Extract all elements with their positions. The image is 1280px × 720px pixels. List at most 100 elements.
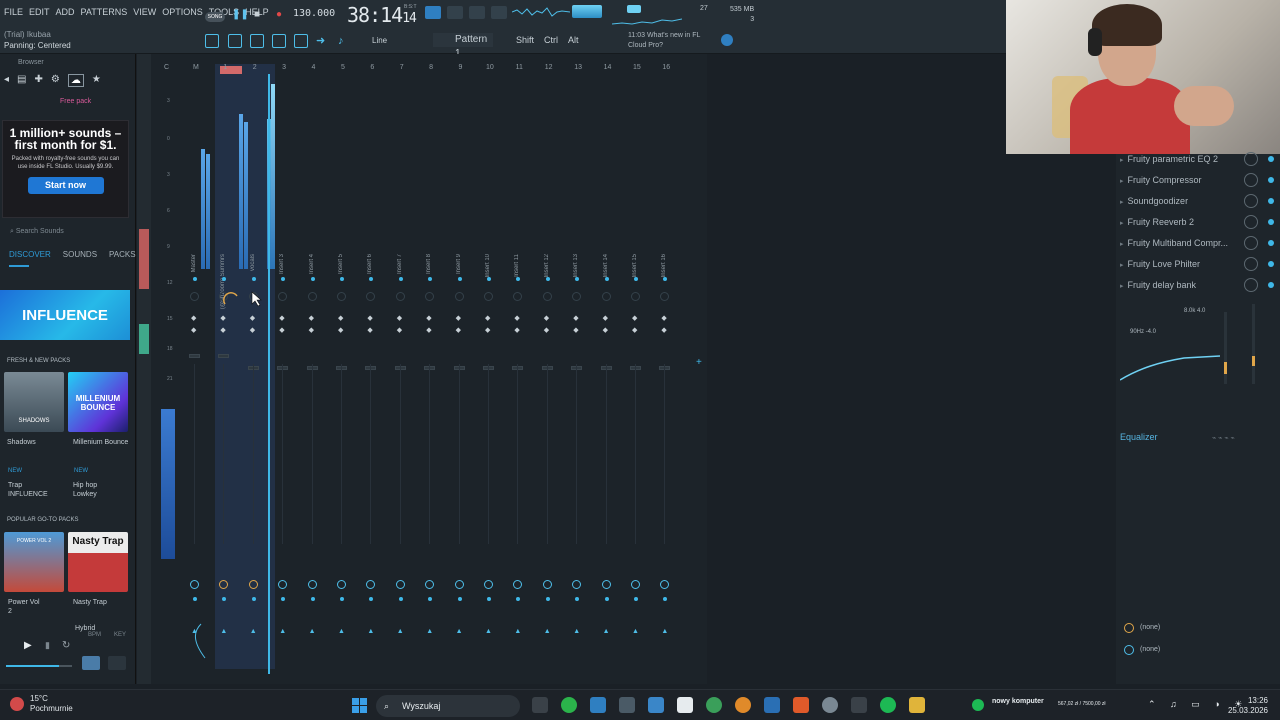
route-knob[interactable] — [248, 580, 258, 589]
track-enable-led[interactable] — [604, 277, 609, 281]
route-arrow-icon[interactable]: ▲ — [220, 628, 227, 635]
shift-key[interactable]: Shift — [516, 35, 534, 45]
loop-icon[interactable]: ↻ — [62, 640, 70, 651]
swap-channel-icon[interactable]: ◆ — [544, 326, 549, 334]
mixer-track[interactable]: (@shzoom) Summrs ◆ ◆ ▲ — [210, 64, 237, 679]
folder-icon[interactable] — [909, 697, 925, 713]
record-icon[interactable]: ● — [276, 9, 282, 20]
send-led[interactable] — [251, 597, 256, 601]
mixer-track[interactable]: Insert 12 ◆ ◆ ▲ — [534, 64, 561, 679]
pack-art-millenium-bounce[interactable]: MILLENIUM BOUNCE — [68, 372, 128, 432]
tab-packs[interactable]: PACKS — [109, 250, 136, 259]
route-knob[interactable] — [337, 580, 346, 589]
swap-channel-icon[interactable]: ◆ — [220, 326, 225, 334]
stereo-separation-icon[interactable]: ◆ — [220, 314, 225, 322]
route-arrow-icon[interactable]: ▲ — [309, 628, 316, 635]
stereo-separation-icon[interactable]: ◆ — [632, 314, 637, 322]
swap-channel-icon[interactable]: ◆ — [367, 326, 372, 334]
swap-channel-icon[interactable]: ◆ — [250, 326, 255, 334]
slot-mix-knob[interactable] — [1244, 236, 1258, 250]
windows-icon[interactable] — [352, 698, 367, 713]
route-knob[interactable] — [395, 580, 405, 589]
slot-arrow-icon[interactable]: ▸ — [1120, 283, 1124, 290]
send-led[interactable] — [428, 597, 433, 601]
plugin-icon[interactable]: ✚ — [34, 74, 42, 87]
stereo-separation-icon[interactable]: ◆ — [456, 314, 461, 322]
menu-add[interactable]: ADD — [56, 7, 75, 17]
star-icon[interactable]: ★ — [92, 74, 101, 87]
route-arrow-icon[interactable]: ▲ — [485, 628, 492, 635]
effect-slot[interactable]: ▸ Soundgoodizer — [1120, 192, 1276, 210]
chrome-app-icon[interactable] — [706, 697, 722, 713]
stereo-separation-icon[interactable]: ◆ — [367, 314, 372, 322]
route-arrow-icon[interactable]: ▲ — [544, 628, 551, 635]
swap-channel-icon[interactable]: ◆ — [279, 326, 284, 334]
pan-knob-active[interactable] — [221, 290, 241, 310]
slot-mix-knob[interactable] — [1244, 257, 1258, 271]
route-knob[interactable] — [425, 580, 435, 589]
pack-name-power[interactable]: Power Vol 2 — [8, 598, 42, 616]
swap-channel-icon[interactable]: ◆ — [456, 326, 461, 334]
send-led[interactable] — [281, 597, 286, 601]
route-arrow-icon[interactable]: ▲ — [514, 628, 521, 635]
route-arrow-icon[interactable]: ▲ — [456, 628, 463, 635]
track-name[interactable]: Insert 7 — [397, 254, 403, 274]
send-led[interactable] — [369, 597, 374, 601]
route-arrow-icon[interactable]: ▲ — [603, 628, 610, 635]
track-enable-led[interactable] — [398, 277, 403, 281]
mixer-track[interactable]: Insert 10 ◆ ◆ ▲ — [475, 64, 502, 679]
view-piano-roll-icon[interactable] — [228, 34, 242, 48]
mail-app-icon[interactable] — [619, 697, 635, 713]
stereo-separation-icon[interactable]: ◆ — [544, 314, 549, 322]
route-arrow-icon[interactable]: ▲ — [573, 628, 580, 635]
route-knob[interactable] — [454, 580, 464, 589]
pan-knob[interactable] — [190, 292, 199, 301]
send-led[interactable] — [340, 597, 344, 601]
track-name[interactable]: vocals — [250, 254, 256, 271]
route-arrow-icon[interactable]: ▲ — [338, 628, 345, 635]
send-led[interactable] — [634, 597, 638, 601]
file-icon[interactable]: ▤ — [17, 74, 26, 87]
stop-icon[interactable]: ■ — [254, 9, 260, 20]
pan-knob[interactable] — [395, 292, 405, 301]
send-led[interactable] — [516, 597, 521, 601]
send-led[interactable] — [310, 597, 315, 601]
slot-arrow-icon[interactable]: ▸ — [1120, 157, 1124, 164]
effect-slot[interactable]: ▸ Fruity Love Philter — [1120, 255, 1276, 273]
track-name[interactable]: Insert 9 — [456, 254, 462, 274]
track-enable-led[interactable] — [457, 277, 462, 281]
tab-sounds[interactable]: SOUNDS — [63, 250, 97, 259]
route-arrow-icon[interactable]: ▲ — [397, 628, 404, 635]
mixer-track[interactable]: Insert 14 ◆ ◆ ▲ — [593, 64, 620, 679]
mixer-track[interactable]: Insert 13 ◆ ◆ ▲ — [563, 64, 590, 679]
stereo-separation-icon[interactable]: ◆ — [603, 314, 608, 322]
pan-knob[interactable] — [454, 292, 464, 301]
track-name[interactable]: Insert 15 — [632, 254, 638, 277]
route-knob[interactable] — [601, 580, 611, 589]
route-knob[interactable] — [631, 580, 640, 589]
steam-app-icon[interactable] — [764, 697, 780, 713]
route-arrow-icon[interactable]: ▲ — [367, 628, 374, 635]
effect-slot[interactable]: ▸ Fruity Compressor — [1120, 171, 1276, 189]
pan-knob[interactable] — [425, 292, 435, 301]
swap-channel-icon[interactable]: ◆ — [573, 326, 578, 334]
vscode-app-icon[interactable] — [590, 697, 606, 713]
play-icon[interactable]: ▶ — [24, 640, 32, 651]
effect-slot[interactable]: ▸ Fruity delay bank — [1120, 276, 1276, 294]
menu-file[interactable]: FILE — [4, 7, 23, 17]
pack-art-nasty-trap[interactable]: Nasty Trap — [68, 532, 128, 592]
mixer-track[interactable]: Insert 11 ◆ ◆ ▲ — [504, 64, 531, 679]
stereo-separation-icon[interactable]: ◆ — [661, 314, 666, 322]
stereo-separation-icon[interactable]: ◆ — [338, 314, 343, 322]
route-knob[interactable] — [572, 580, 582, 589]
snap-icon[interactable] — [447, 6, 463, 19]
menu-options[interactable]: OPTIONS — [162, 7, 203, 17]
mixer-track[interactable]: Insert 16 ◆ ◆ ▲ — [651, 64, 678, 679]
send-led[interactable] — [575, 597, 580, 601]
pack-name-shadows[interactable]: Shadows — [7, 438, 36, 447]
stereo-separation-icon[interactable]: ◆ — [309, 314, 314, 322]
track-enable-led[interactable] — [516, 277, 521, 281]
swap-channel-icon[interactable]: ◆ — [397, 326, 402, 334]
track-name[interactable]: Insert 4 — [309, 254, 315, 274]
back-icon[interactable]: ◂ — [4, 74, 9, 87]
